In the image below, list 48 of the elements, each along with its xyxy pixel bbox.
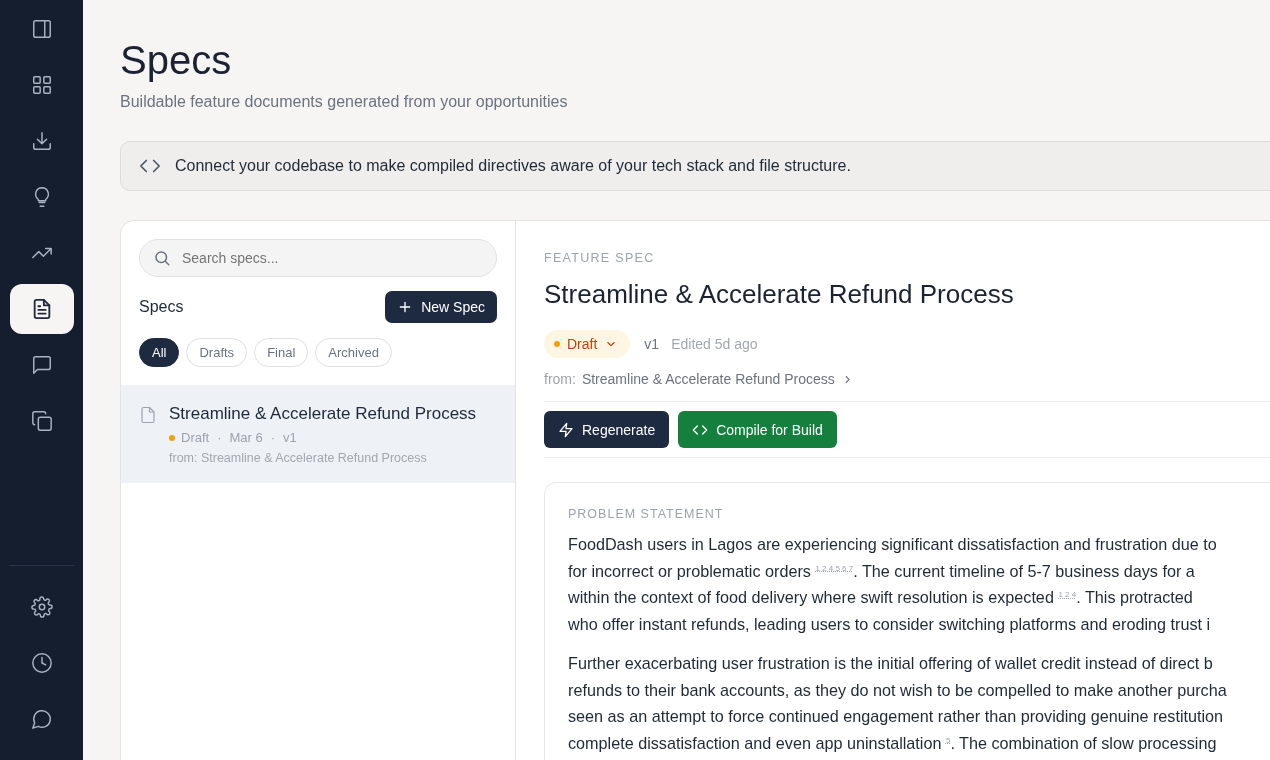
paragraph-line: FoodDash users in Lagos are experiencing significant dissatisfaction and frustration due to — [568, 534, 1218, 555]
paragraph-line: for incorrect or problematic orders $^{1 2 4 5 6 7}$. The current timeline of 5-7 business days for a — [568, 560, 1196, 582]
spec-heading: Streamline & Accelerate Refund Process — [544, 279, 1015, 310]
lightning-icon — [558, 421, 574, 438]
separator: · — [269, 430, 277, 445]
banner-text: Connect your codebase to make compiled directives aware of your tech stack and file structure. — [175, 157, 851, 175]
grid-icon — [30, 74, 53, 96]
filter-chip[interactable]: Final — [254, 338, 309, 367]
section-label: PROBLEM STATEMENT — [568, 507, 725, 521]
spec-title: Streamline & Accelerate Refund Process — [169, 404, 477, 424]
search-icon — [153, 249, 171, 267]
copy-icon — [30, 410, 53, 432]
paragraph-line: who offer instant refunds, leading users to consider switching platforms and eroding trust i — [568, 613, 1212, 635]
filter-chip[interactable]: All — [139, 338, 180, 367]
list-heading: Specs — [139, 298, 184, 316]
paragraph-line: seen as an attempt to force continued engagement rather than providing genuine restitution — [568, 706, 1225, 727]
download-icon — [30, 130, 53, 152]
paragraph-line: complete dissatisfaction and even app uninstallation $^{5}$. The combination of slow processing — [568, 732, 1218, 754]
spec-source: from: Streamline & Accelerate Refund Process — [169, 451, 428, 465]
spec-version: v1 — [283, 430, 297, 445]
file-icon — [139, 405, 157, 425]
panel-icon — [30, 18, 53, 40]
page-subtitle: Buildable feature documents generated from your opportunities — [120, 93, 569, 111]
section-eyebrow: FEATURE SPEC — [544, 251, 656, 265]
separator: · — [216, 430, 223, 445]
spec-status: Draft — [181, 430, 210, 445]
version-label: v1 — [644, 336, 660, 352]
source-link[interactable]: Streamline & Accelerate Refund Process — [581, 371, 854, 387]
status-dropdown[interactable]: Draft — [544, 330, 631, 358]
clock-icon — [30, 652, 53, 674]
paragraph-line: refunds to their bank accounts, as they do not wish to be compelled to make another purcha — [568, 679, 1228, 701]
settings-icon — [30, 596, 53, 618]
page-title: Specs — [120, 38, 233, 83]
chat-icon — [30, 354, 53, 376]
compile-button[interactable]: Compile for Build — [678, 411, 837, 448]
spec-date: Mar 6 — [229, 430, 263, 445]
edited-time: Edited 5d ago — [671, 336, 758, 352]
search-field[interactable]: Search specs... — [139, 239, 497, 277]
filter-chip[interactable]: Drafts — [186, 338, 248, 367]
spec-list-item[interactable]: Streamline & Accelerate Refund Process Draft · Mar 6 · v1 from: Streamline & Accelerate Refund Process — [121, 385, 515, 483]
filter-chip[interactable]: Archived — [315, 338, 392, 367]
nav-button[interactable] — [9, 284, 74, 334]
paragraph-line: within the context of food delivery where swift resolution is expected $^{1 2 4}$. This protracted — [568, 587, 1194, 608]
bubble-icon — [30, 708, 53, 730]
from-label: from: — [544, 371, 576, 387]
regenerate-button[interactable]: Regenerate — [544, 411, 670, 448]
paragraph-line: Further exacerbating user frustration is the initial offering of wallet credit instead of direct b — [568, 653, 1214, 674]
new-spec-button[interactable]: New Spec — [385, 291, 497, 323]
